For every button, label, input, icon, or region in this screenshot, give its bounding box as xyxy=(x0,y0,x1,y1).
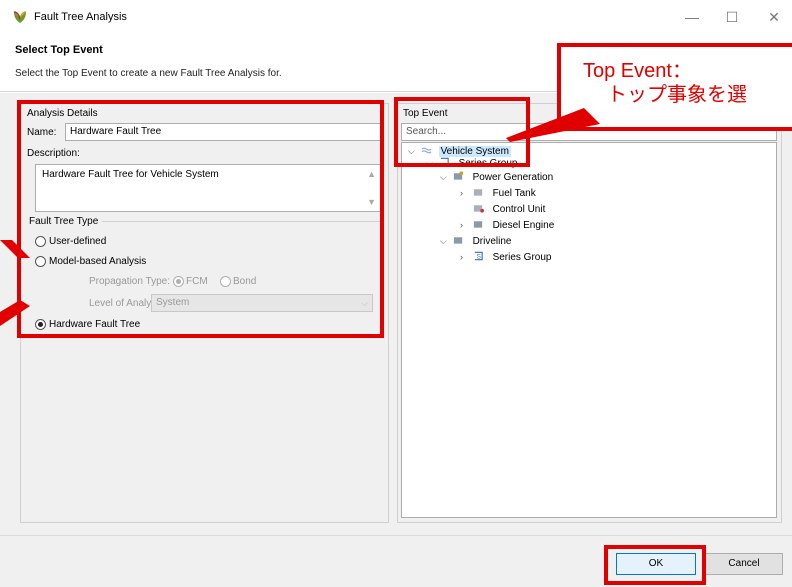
tree-item-driveline[interactable]: ⌵ Driveline xyxy=(440,235,513,251)
chevron-down-icon[interactable]: ⌵ xyxy=(440,236,450,247)
series-group-icon: S xyxy=(474,251,483,261)
minimize-button[interactable]: — xyxy=(678,6,706,28)
chevron-right-icon[interactable]: › xyxy=(460,220,470,230)
chevron-right-icon[interactable]: › xyxy=(460,188,470,198)
annotation-line-1: Top Event： xyxy=(583,60,692,82)
tree-item-label: Series Group xyxy=(492,252,552,263)
svg-text:S: S xyxy=(476,254,480,261)
tree-item-control-unit[interactable]: Control Unit xyxy=(460,203,547,219)
annotation-line-2: トップ事象を選 xyxy=(607,84,747,106)
tree-item-diesel-engine[interactable]: › Diesel Engine xyxy=(460,219,556,235)
page-description: Select the Top Event to create a new Fau… xyxy=(15,68,282,79)
component-icon xyxy=(473,189,482,196)
tree-item-series-group-2[interactable]: › S Series Group xyxy=(460,251,553,267)
top-event-tree[interactable]: ⌵ Vehicle System ⌵ Series Group ⌵ Power … xyxy=(401,142,777,518)
close-button[interactable]: ✕ xyxy=(760,6,788,28)
tree-item-label: Fuel Tank xyxy=(492,188,536,199)
app-logo-icon xyxy=(13,11,27,23)
window-titlebar[interactable]: Fault Tree Analysis — ☐ ✕ xyxy=(0,0,792,34)
chevron-down-icon[interactable]: ⌵ xyxy=(440,172,450,183)
component-icon xyxy=(473,205,484,213)
page-title: Select Top Event xyxy=(15,44,103,56)
component-icon xyxy=(453,237,462,244)
tree-item-fuel-tank[interactable]: › Fuel Tank xyxy=(460,187,538,203)
highlight-ok-button xyxy=(604,545,706,585)
tree-item-label: Power Generation xyxy=(472,172,554,183)
tree-item-power-generation[interactable]: ⌵ Power Generation xyxy=(440,171,555,187)
component-icon xyxy=(473,221,482,228)
window-title: Fault Tree Analysis xyxy=(34,11,127,23)
tree-item-label: Driveline xyxy=(472,236,512,247)
annotation-callout: Top Event： トップ事象を選 xyxy=(557,43,792,131)
maximize-button[interactable]: ☐ xyxy=(718,6,746,28)
highlight-top-event xyxy=(394,97,530,167)
tree-item-label: Diesel Engine xyxy=(492,220,555,231)
component-icon xyxy=(453,171,463,180)
tree-item-label: Control Unit xyxy=(492,204,546,215)
chevron-right-icon[interactable]: › xyxy=(460,252,470,262)
highlight-analysis-details xyxy=(17,100,384,338)
cancel-button[interactable]: Cancel xyxy=(705,553,783,575)
